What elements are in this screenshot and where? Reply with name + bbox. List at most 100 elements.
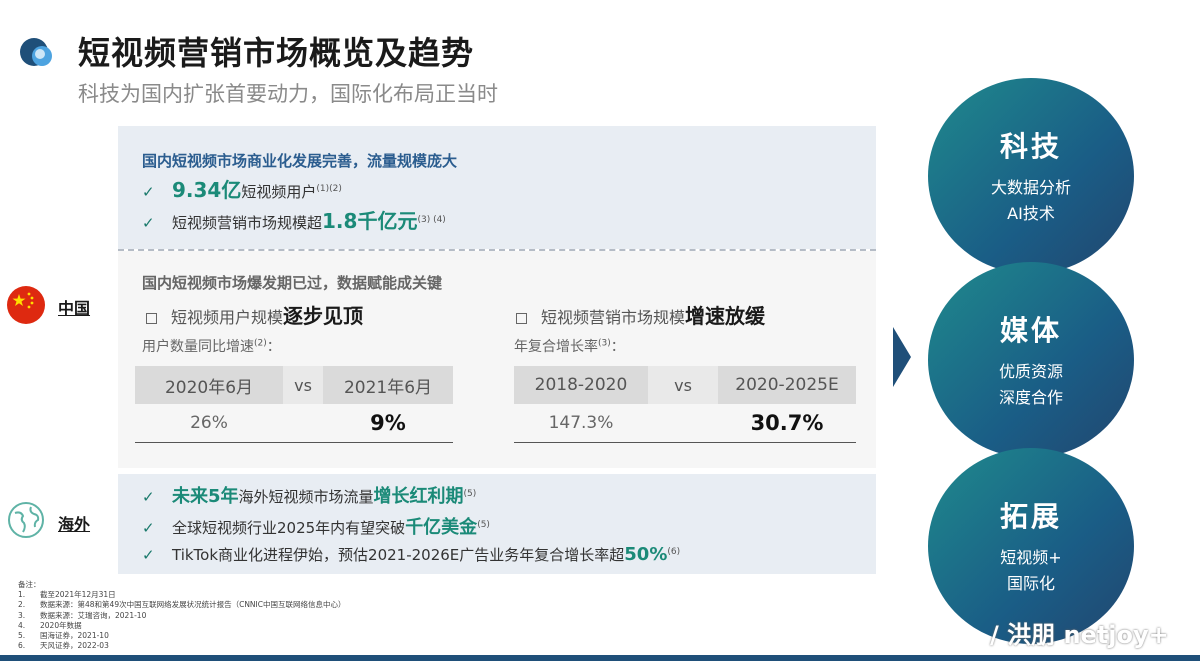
cagr-value-2: 30.7% (750, 411, 824, 435)
footnote-item: 3. 数据来源：艾瑞咨询，2021-10 (18, 611, 346, 621)
table-value-row: 26% 9% (135, 404, 453, 443)
footnote-text: 数据来源：第48和第49次中国互联网络发展状况统计报告（CNNIC中国互联网络信… (40, 600, 346, 610)
pillar-line: 国际化 (1006, 574, 1055, 593)
pillar-tech-circle: 科技 大数据分析 AI技术 (928, 78, 1134, 274)
overseas-highlight-1: 未来5年 (172, 486, 239, 507)
globe-icon (8, 502, 44, 538)
footnote-item: 4. 2020年数据 (18, 621, 346, 631)
footnote-item: 2. 数据来源：第48和第49次中国互联网络发展状况统计报告（CNNIC中国互联网… (18, 600, 346, 610)
footnote-item: 1. 截至2021年12月31日 (18, 590, 346, 600)
overseas-text-1: 海外短视频市场流量 (238, 488, 374, 506)
period-header-2: 2021年6月 (343, 377, 433, 398)
footnote-ref: (5) (463, 489, 477, 499)
period-header-2: 2020-2025E (735, 375, 839, 395)
period-header-1: 2020年6月 (164, 377, 254, 398)
region-label-overseas: 海外 (58, 515, 91, 534)
check-icon: ✓ (142, 546, 155, 564)
footnote-ref: (6) (667, 547, 681, 557)
footnote-text: 2020年数据 (40, 620, 82, 630)
china-market-line: ✓ 短视频营销市场规模超1.8千亿元(3) (4) (142, 205, 446, 234)
footnote-ref: (3) (4) (417, 215, 446, 225)
market-scale-title-normal: 短视频营销市场规模 (541, 308, 686, 327)
overseas-line-1: ✓ 未来5年海外短视频市场流量增长红利期(5) (142, 482, 476, 508)
footnote-text: 截至2021年12月31日 (40, 590, 116, 600)
bottom-bar (0, 655, 1200, 661)
checkbox-square-icon (516, 313, 527, 324)
user-growth-table: 2020年6月 vs 2021年6月 26% 9% (135, 366, 453, 443)
market-cagr-label: 年复合增长率(3)： (514, 336, 625, 356)
overseas-highlight-3: 千亿美金 (405, 517, 478, 538)
china-scale-heading: 国内短视频市场商业化发展完善，流量规模庞大 (142, 152, 458, 170)
user-scale-title-normal: 短视频用户规模 (171, 308, 284, 327)
region-label-china: 中国 (58, 299, 91, 318)
user-growth-label-text: 用户数量同比增速 (142, 339, 254, 355)
watermark: / 洪朋 netjoy+ (990, 621, 1169, 649)
page-title: 短视频营销市场概览及趋势 (78, 34, 475, 72)
footnote-ref: (5) (477, 520, 490, 530)
footnotes-heading: 备注： (18, 580, 41, 589)
check-icon: ✓ (142, 488, 155, 506)
market-scale-title-bold: 增速放缓 (685, 304, 766, 328)
chevron-right-icon (893, 327, 911, 387)
market-cagr-table: 2018-2020 vs 2020-2025E 147.3% 30.7% (514, 366, 856, 443)
user-count-value: 9.34亿 (172, 178, 242, 202)
check-icon: ✓ (142, 519, 155, 537)
footnote-text: 国海证券，2021-10 (40, 631, 109, 641)
pillar-line: 大数据分析 (990, 178, 1071, 197)
pillar-line: 短视频+ (1000, 548, 1062, 567)
footnote-number: 6. (18, 641, 26, 651)
china-users-line: ✓ 9.34亿短视频用户(1)(2) (142, 174, 342, 203)
checkbox-square-icon (146, 313, 157, 324)
overseas-text-2: 全球短视频行业2025年内有望突破 (172, 519, 406, 537)
page-subtitle: 科技为国内扩张首要动力，国际化布局正当时 (78, 82, 498, 106)
footnote-number: 3. (18, 610, 26, 620)
footnotes: 备注： 1. 截至2021年12月31日 2. 数据来源：第48和第49次中国互联网… (18, 580, 346, 651)
pillar-media-circle: 媒体 优质资源 深度合作 (928, 262, 1134, 458)
user-growth-label: 用户数量同比增速(2)： (142, 336, 281, 356)
period-header-1: 2018-2020 (534, 375, 628, 395)
check-icon: ✓ (142, 214, 155, 232)
user-scale-title: 短视频用户规模逐步见顶 (146, 300, 363, 329)
user-count-text: 短视频用户 (241, 183, 317, 201)
growth-value-2: 9% (370, 411, 406, 435)
market-size-text: 短视频营销市场规模超 (172, 214, 323, 232)
table-value-row: 147.3% 30.7% (514, 404, 856, 443)
overseas-highlight-4: 50% (624, 544, 668, 565)
pillar-line: 深度合作 (998, 388, 1063, 407)
footnote-ref: (1)(2) (316, 184, 342, 194)
footnote-ref: (2) (254, 338, 267, 349)
overseas-line-3: ✓ TikTok商业化进程伊始，预估2021-2026E广告业务年复合增长率超50… (142, 544, 680, 565)
market-scale-title: 短视频营销市场规模增速放缓 (516, 300, 765, 329)
overseas-text-3: TikTok商业化进程伊始，预估2021-2026E广告业务年复合增长率超 (172, 546, 625, 564)
cagr-value-1: 147.3% (548, 413, 614, 433)
footnote-text: 数据来源：艾瑞咨询，2021-10 (40, 610, 147, 620)
pillar-title: 媒体 (999, 314, 1062, 347)
vs-label: vs (283, 366, 323, 404)
china-flag-icon (7, 286, 45, 324)
china-growth-heading: 国内短视频市场爆发期已过，数据赋能成关键 (142, 274, 443, 292)
label-suffix: ： (266, 339, 281, 355)
user-scale-title-bold: 逐步见顶 (283, 304, 364, 328)
check-icon: ✓ (142, 183, 155, 201)
table-header-row: 2020年6月 vs 2021年6月 (135, 366, 453, 404)
market-size-value: 1.8千亿元 (322, 209, 418, 233)
pillar-line: 优质资源 (998, 362, 1063, 381)
footnote-ref: (3) (598, 338, 611, 349)
label-suffix: ： (610, 339, 625, 355)
overseas-line-2: ✓ 全球短视频行业2025年内有望突破千亿美金(5) (142, 513, 490, 539)
footnote-item: 5. 国海证券，2021-10 (18, 631, 346, 641)
overseas-highlight-2: 增长红利期 (373, 486, 464, 507)
market-cagr-label-text: 年复合增长率 (514, 339, 598, 355)
footnote-number: 2. (18, 600, 26, 610)
vs-label: vs (648, 366, 718, 404)
pillar-title: 拓展 (999, 500, 1062, 533)
pillar-title: 科技 (999, 130, 1062, 163)
brand-logo-icon (20, 38, 52, 66)
footnote-number: 1. (18, 590, 26, 600)
growth-value-1: 26% (190, 413, 228, 433)
footnote-number: 4. (18, 620, 26, 630)
footnote-item: 6. 天风证券，2022-03 (18, 641, 346, 651)
footnote-number: 5. (18, 631, 26, 641)
footnote-text: 天风证券，2022-03 (40, 641, 109, 651)
table-header-row: 2018-2020 vs 2020-2025E (514, 366, 856, 404)
